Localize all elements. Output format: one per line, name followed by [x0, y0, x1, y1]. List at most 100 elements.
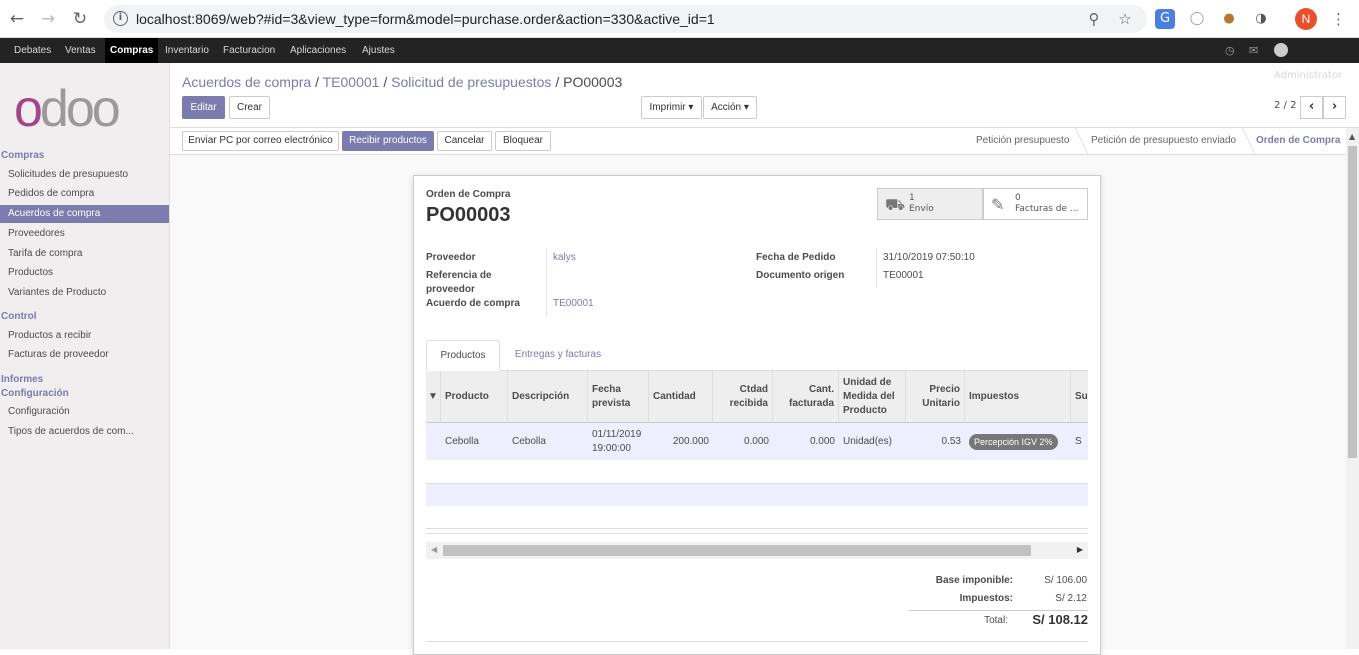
proveedor-label: Proveedor: [426, 252, 476, 263]
lock-button[interactable]: Bloquear: [495, 131, 551, 151]
sidebar-item-proveedores[interactable]: Proveedores: [0, 225, 169, 243]
create-button[interactable]: Crear: [229, 96, 270, 119]
cell-impuestos[interactable]: Percepción IGV 2%: [965, 423, 1071, 460]
table-footer-row: [426, 528, 1088, 534]
profile-avatar[interactable]: N: [1295, 8, 1317, 30]
menu-ajustes[interactable]: Ajustes: [362, 38, 395, 63]
menu-inventario[interactable]: Inventario: [165, 38, 209, 63]
sidebar-item-acuerdos[interactable]: Acuerdos de compra: [0, 205, 169, 223]
scroll-right-icon[interactable]: ▶: [1077, 545, 1083, 554]
sidebar-item-productos[interactable]: Productos: [0, 264, 169, 282]
cell-subtotal[interactable]: S: [1071, 423, 1088, 460]
breadcrumb-item-solicitud[interactable]: Solicitud de presupuestos: [391, 74, 551, 90]
user-menu[interactable]: Administrator: [1274, 38, 1359, 81]
cell-fecha[interactable]: 01/11/2019 19:00:00: [588, 423, 649, 460]
receive-products-button[interactable]: Recibir productos: [342, 131, 434, 151]
tab-productos[interactable]: Productos: [426, 340, 500, 371]
bookmark-star-icon[interactable]: ☆: [1115, 9, 1135, 29]
cell-recibida[interactable]: 0.000: [713, 423, 773, 460]
column-header-subtotal[interactable]: Su: [1071, 371, 1088, 423]
sidebar-item-tarifa[interactable]: Tarifa de compra: [0, 245, 169, 263]
print-label: Imprimir: [649, 102, 686, 113]
referencia-label-line1: Referencia de: [426, 270, 492, 281]
sidebar-item-solicitudes[interactable]: Solicitudes de presupuesto: [0, 166, 169, 184]
sidebar-item-tipos[interactable]: Tipos de acuerdos de com...: [0, 423, 169, 441]
fecha-pedido-label: Fecha de Pedido: [756, 252, 836, 263]
scroll-left-icon[interactable]: ◀: [431, 545, 437, 554]
horizontal-scrollbar[interactable]: ◀ ▶: [426, 542, 1088, 559]
user-name: Administrator: [1274, 70, 1343, 81]
sidebar-item-facturas[interactable]: Facturas de proveedor: [0, 346, 169, 364]
sort-caret-icon[interactable]: ▼: [426, 371, 441, 423]
menu-facturacion[interactable]: Facturacion: [223, 38, 275, 63]
column-header-producto[interactable]: Producto: [441, 371, 508, 423]
scroll-up-icon[interactable]: ▲: [1349, 132, 1355, 141]
chat-icon[interactable]: ✉: [1249, 38, 1258, 63]
acuerdo-value[interactable]: TE00001: [553, 298, 594, 309]
cell-cantidad[interactable]: 200.000: [649, 423, 713, 460]
cancel-button[interactable]: Cancelar: [437, 131, 492, 151]
zoom-icon[interactable]: ⚲: [1084, 9, 1104, 29]
cell-facturada[interactable]: 0.000: [773, 423, 839, 460]
column-header-descripcion[interactable]: Descripción: [508, 371, 588, 423]
order-lines-table: ▼ Producto Descripción Fecha prevista Can…: [426, 371, 1088, 461]
proveedor-value[interactable]: kalys: [553, 252, 576, 263]
cell-producto[interactable]: Cebolla: [441, 423, 508, 460]
info-icon[interactable]: i: [113, 11, 128, 26]
menu-debates[interactable]: Debates: [14, 38, 51, 63]
scrollbar-thumb[interactable]: [1348, 146, 1357, 458]
pager-next-button[interactable]: ›: [1323, 96, 1346, 119]
odoo-logo[interactable]: odoo: [14, 83, 121, 135]
breadcrumb-item-te00001[interactable]: TE00001: [323, 74, 380, 90]
column-header-recibida[interactable]: Ctdad recibida: [713, 371, 773, 423]
column-header-impuestos[interactable]: Impuestos: [965, 371, 1071, 423]
empty-table-row: [426, 483, 1088, 506]
column-header-fecha[interactable]: Fecha prevista: [588, 371, 649, 423]
address-bar[interactable]: i localhost:8069/web?#id=3&view_type=for…: [104, 5, 1147, 33]
invoices-count: 0: [1015, 193, 1021, 203]
sidebar-item-pedidos[interactable]: Pedidos de compra: [0, 185, 169, 203]
back-icon[interactable]: ←: [6, 8, 28, 30]
extension-icon[interactable]: ◯: [1187, 9, 1207, 29]
column-header-precio[interactable]: Precio Unitario: [906, 371, 965, 423]
sidebar-item-recibir[interactable]: Productos a recibir: [0, 327, 169, 345]
row-handle: [426, 423, 441, 460]
pager-previous-button[interactable]: ‹: [1300, 96, 1323, 119]
shipments-smart-button[interactable]: ⛟ 1 Envío: [877, 188, 983, 220]
vertical-scrollbar[interactable]: ▲: [1346, 128, 1359, 649]
cookie-extension-icon[interactable]: ●: [1219, 9, 1239, 29]
activity-clock-icon[interactable]: ◷: [1225, 38, 1235, 63]
url-text[interactable]: localhost:8069/web?#id=3&view_type=form&…: [136, 11, 715, 27]
reload-icon[interactable]: ↻: [69, 8, 91, 30]
send-po-email-button[interactable]: Enviar PC por correo electrónico: [182, 131, 339, 151]
menu-compras[interactable]: Compras: [105, 38, 159, 63]
cell-precio[interactable]: 0.53: [906, 423, 965, 460]
caret-down-icon: ▾: [743, 102, 749, 113]
edit-button[interactable]: Editar: [182, 96, 225, 119]
browser-menu-icon[interactable]: ⋮: [1331, 8, 1346, 30]
documento-origen-value: TE00001: [883, 270, 924, 281]
extension-icon[interactable]: ◑: [1251, 9, 1271, 29]
menu-aplicaciones[interactable]: Aplicaciones: [290, 38, 346, 63]
cell-udm[interactable]: Unidad(es): [839, 423, 906, 460]
edit-document-icon: ✎: [991, 195, 1005, 214]
action-dropdown[interactable]: Acción ▾: [703, 96, 757, 119]
sidebar-item-variantes[interactable]: Variantes de Producto: [0, 284, 169, 302]
sidebar-item-configuracion[interactable]: Configuración: [0, 403, 169, 421]
tab-entregas-facturas[interactable]: Entregas y facturas: [506, 340, 610, 371]
invoices-smart-button[interactable]: ✎ 0 Facturas de ...: [983, 188, 1088, 220]
print-dropdown[interactable]: Imprimir ▾: [641, 96, 702, 119]
cell-descripcion[interactable]: Cebolla: [508, 423, 588, 460]
column-header-udm[interactable]: Unidad de Medida del Producto: [839, 371, 906, 423]
menu-ventas[interactable]: Ventas: [65, 38, 96, 63]
stage-peticion-enviado[interactable]: Petición de presupuesto enviado: [1091, 128, 1236, 154]
forward-icon[interactable]: →: [37, 8, 59, 30]
column-header-cantidad[interactable]: Cantidad: [649, 371, 713, 423]
stage-peticion-presupuesto[interactable]: Petición presupuesto: [976, 128, 1069, 154]
horizontal-scrollbar-thumb[interactable]: [443, 545, 1031, 556]
facturada-header-line2: facturada: [788, 397, 834, 409]
section-informes[interactable]: Informes: [1, 374, 43, 385]
breadcrumb-item-acuerdos[interactable]: Acuerdos de compra: [182, 74, 311, 90]
translate-extension-icon[interactable]: G: [1155, 9, 1175, 29]
column-header-facturada[interactable]: Cant. facturada: [773, 371, 839, 423]
